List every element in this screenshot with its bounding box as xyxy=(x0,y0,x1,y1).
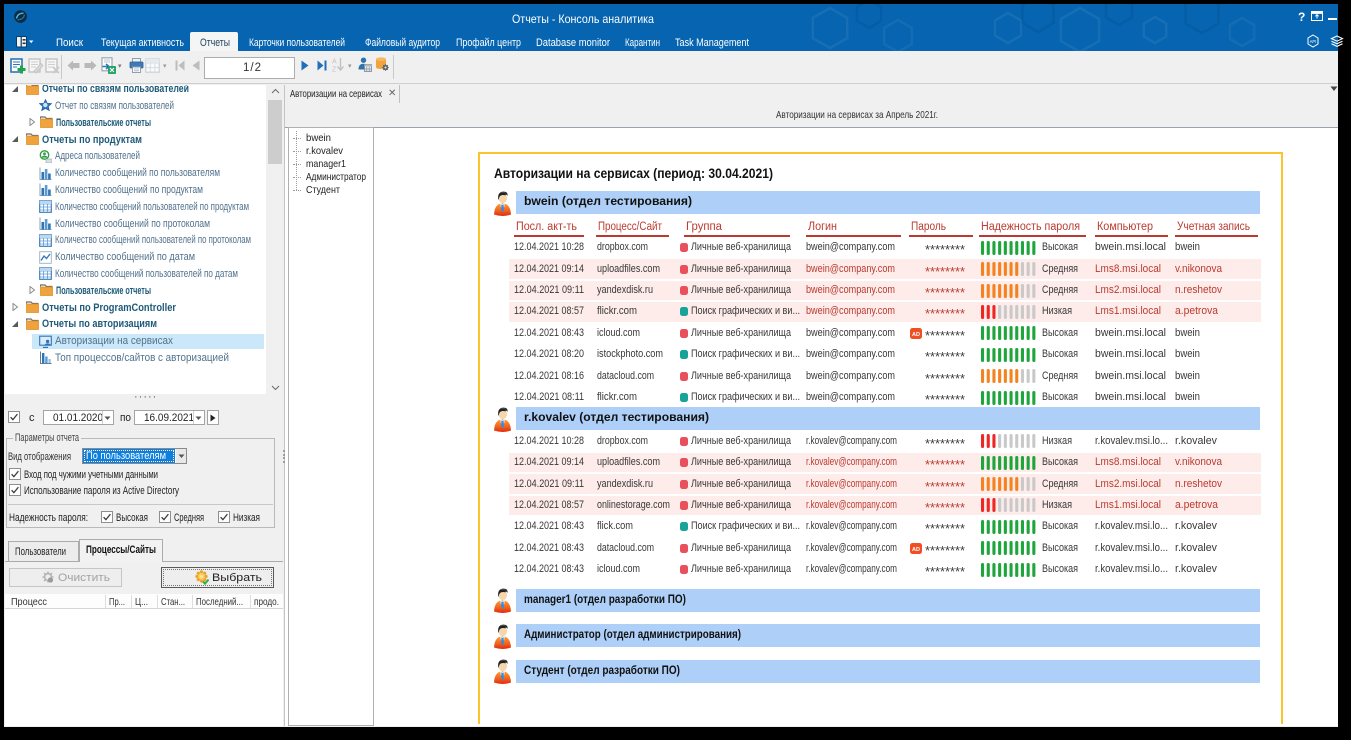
svg-text:API: API xyxy=(1310,39,1317,44)
svg-text:AD: AD xyxy=(912,332,920,338)
svg-text:AD: AD xyxy=(912,547,920,553)
svg-text:Z: Z xyxy=(332,67,337,73)
svg-text:A: A xyxy=(332,59,337,66)
